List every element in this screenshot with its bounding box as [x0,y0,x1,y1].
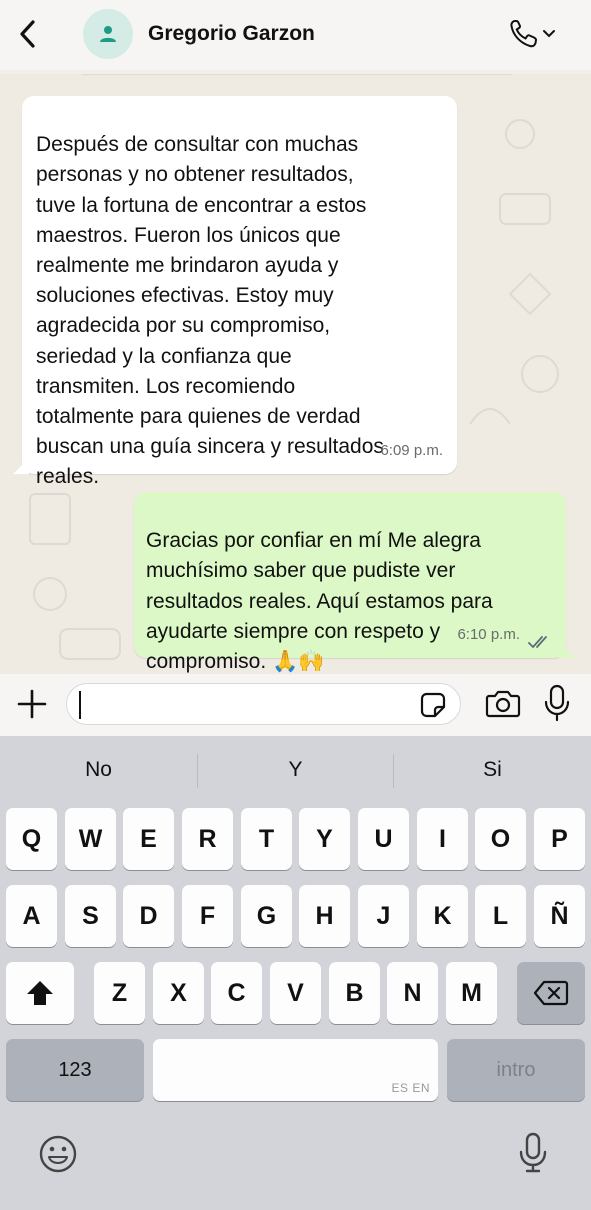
key[interactable]: T [241,808,292,870]
message-time: 6:09 p.m. [380,441,443,459]
numbers-key[interactable]: 123 [6,1039,144,1101]
chevron-down-icon [543,30,555,38]
contact-name[interactable]: Gregorio Garzon [148,22,315,46]
chat-area[interactable]: Después de consultar con muchas personas… [0,74,591,674]
microphone-button[interactable] [543,683,571,723]
space-key[interactable]: ES EN [153,1039,438,1101]
camera-icon [485,690,521,718]
call-button[interactable] [508,16,564,52]
key[interactable]: H [299,885,350,947]
person-icon [100,26,116,42]
key[interactable]: K [417,885,468,947]
key[interactable]: Z [94,962,145,1024]
key[interactable]: N [387,962,438,1024]
key[interactable]: W [65,808,116,870]
key[interactable]: R [182,808,233,870]
key[interactable]: M [446,962,497,1024]
message-text: Gracias por confiar en mí Me alegra much… [146,529,493,674]
key[interactable]: I [417,808,468,870]
suggestion-3[interactable]: Si [394,750,591,790]
return-key[interactable]: intro [447,1039,585,1101]
backspace-icon [533,980,569,1006]
dictation-button[interactable] [518,1132,548,1174]
chat-header: Gregorio Garzon [0,0,591,70]
space-language-hint: ES EN [391,1081,430,1095]
phone-icon [510,20,537,48]
double-check-icon [528,636,547,648]
emoji-button[interactable] [38,1134,78,1174]
key[interactable]: V [270,962,321,1024]
plus-icon [17,689,47,719]
text-caret [79,691,81,719]
message-input[interactable] [85,684,405,724]
attach-button[interactable] [14,686,50,722]
key[interactable]: P [534,808,585,870]
message-time: 6:10 p.m. [457,625,520,643]
key[interactable]: G [241,885,292,947]
microphone-icon [544,684,570,722]
key[interactable]: O [475,808,526,870]
back-button[interactable] [14,16,42,52]
message-incoming[interactable]: Después de consultar con muchas personas… [22,96,457,488]
message-text: Después de consultar con muchas personas… [36,133,384,489]
sticker-icon [420,692,446,718]
key[interactable]: U [358,808,409,870]
key[interactable]: L [475,885,526,947]
key[interactable]: X [153,962,204,1024]
key[interactable]: J [358,885,409,947]
key[interactable]: A [6,885,57,947]
message-input-box[interactable] [66,683,461,725]
key[interactable]: B [329,962,380,1024]
emoji-icon [39,1135,77,1173]
key[interactable]: Y [299,808,350,870]
onscreen-keyboard: No Y Si Q W E R T Y U I O P A S D F G H … [0,736,591,1210]
backspace-key[interactable] [517,962,585,1024]
avatar[interactable] [83,9,133,59]
message-outgoing[interactable]: Gracias por confiar en mí Me alegra much… [134,492,566,673]
key[interactable]: F [182,885,233,947]
key[interactable]: D [123,885,174,947]
chevron-left-icon [20,20,35,48]
key[interactable]: C [211,962,262,1024]
suggestion-1[interactable]: No [0,750,197,790]
key[interactable]: Q [6,808,57,870]
key[interactable]: E [123,808,174,870]
shift-arrow-icon [27,981,53,1005]
camera-button[interactable] [485,687,521,719]
sticker-button[interactable] [419,691,447,719]
shift-key[interactable] [6,962,74,1024]
compose-bar [0,674,591,736]
dictation-mic-icon [519,1132,547,1173]
key[interactable]: S [65,885,116,947]
key[interactable]: Ñ [534,885,585,947]
suggestion-2[interactable]: Y [197,750,394,790]
